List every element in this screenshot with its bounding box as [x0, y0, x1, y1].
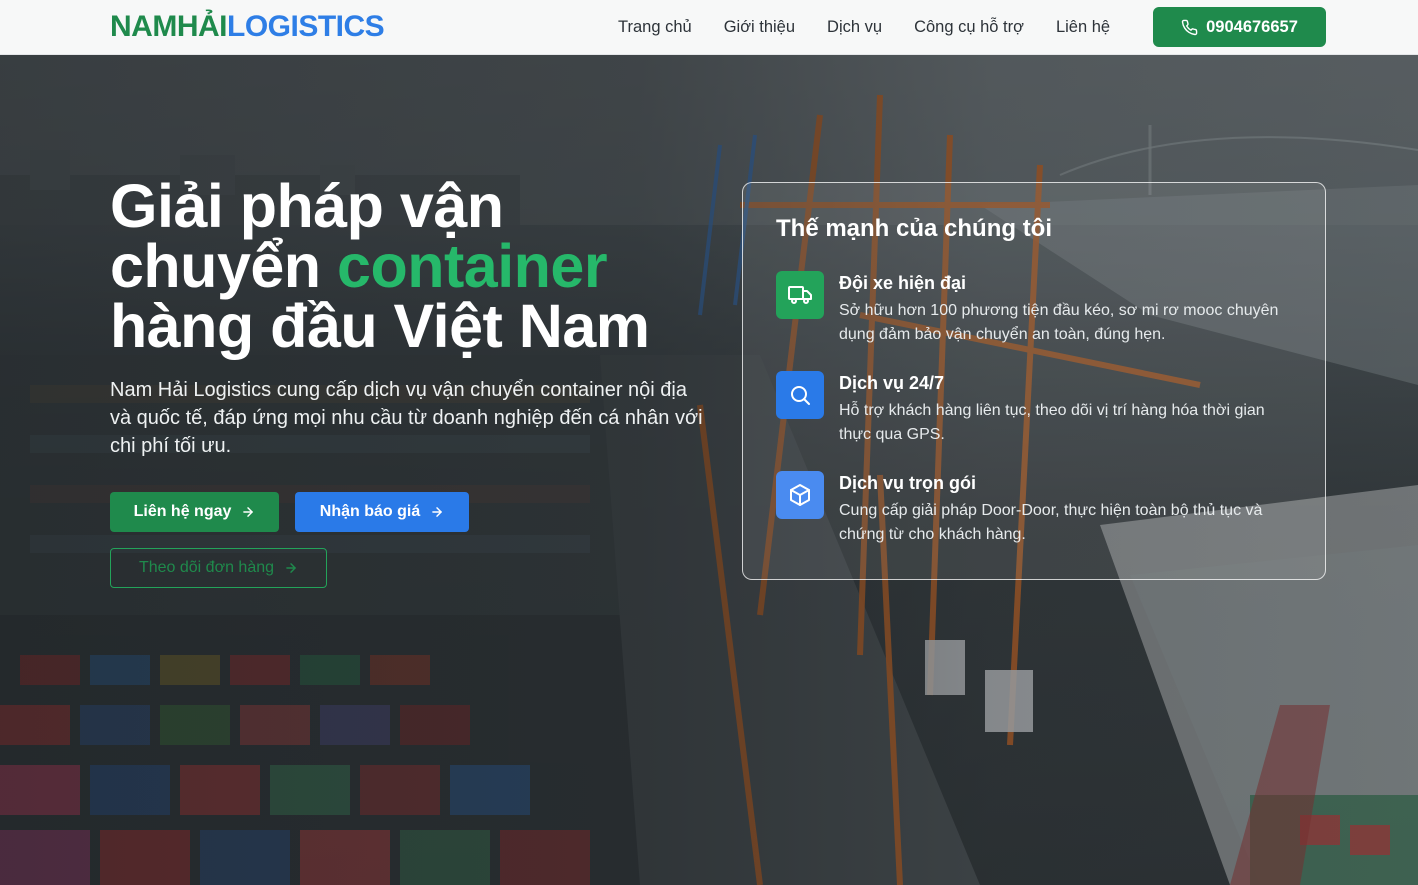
get-quote-label: Nhận báo giá: [319, 503, 421, 520]
track-order-button[interactable]: Theo dõi đơn hàng: [110, 548, 327, 588]
phone-number: 0904676657: [1206, 17, 1298, 36]
logo[interactable]: NAMHẢILOGISTICS: [110, 10, 385, 44]
feature-icon-box: [776, 371, 824, 419]
nav-link-contact[interactable]: Liên hệ: [1056, 17, 1110, 37]
nav-link-home[interactable]: Trang chủ: [618, 17, 692, 37]
phone-call-button[interactable]: 0904676657: [1153, 7, 1326, 47]
feature-title: Đội xe hiện đại: [839, 273, 967, 293]
headline-line-2: chuyển: [110, 232, 338, 300]
site-header: NAMHẢILOGISTICS Trang chủ Giới thiệu Dịc…: [0, 0, 1418, 55]
hero-lead: Nam Hải Logistics cung cấp dịch vụ vận c…: [110, 379, 703, 457]
main-nav: Trang chủ Giới thiệu Dịch vụ Công cụ hỗ …: [618, 17, 1110, 37]
logo-text-secondary: LOGISTICS: [227, 10, 385, 43]
arrow-right-icon: [432, 507, 443, 517]
feature-title: Dịch vụ trọn gói: [839, 473, 976, 493]
nav-link-about[interactable]: Giới thiệu: [724, 17, 795, 37]
logo-text-primary: NAMHẢI: [110, 10, 228, 43]
feature-description: Sở hữu hơn 100 phương tiện đầu kéo, sơ m…: [839, 302, 1279, 343]
headline-line-3: hàng đầu Việt Nam: [110, 292, 650, 360]
feature-icon-box: [776, 471, 824, 519]
arrow-right-icon: [243, 507, 254, 517]
truck-icon: [788, 286, 812, 304]
feature-description: Hỗ trợ khách hàng liên tục, theo dõi vị …: [839, 402, 1265, 443]
feature-icon-box: [776, 271, 824, 319]
headline-accent: container: [337, 232, 608, 300]
search-icon: [791, 386, 810, 405]
headline-line-1: Giải pháp vận: [110, 172, 504, 240]
contact-now-button[interactable]: Liên hệ ngay: [110, 492, 279, 532]
strengths-panel: Thế mạnh của chúng tôi Đội xe hiện đại S…: [742, 182, 1326, 580]
hero-headline: Giải pháp vận chuyển container hàng đầu …: [110, 176, 710, 357]
get-quote-button[interactable]: Nhận báo giá: [295, 492, 469, 532]
package-icon: [790, 484, 810, 506]
nav-link-services[interactable]: Dịch vụ: [827, 17, 882, 37]
feature-title: Dịch vụ 24/7: [839, 373, 945, 393]
phone-icon: [1181, 19, 1198, 35]
feature-description: Cung cấp giải pháp Door-Door, thực hiện …: [839, 502, 1263, 543]
strengths-title: Thế mạnh của chúng tôi: [776, 215, 1053, 242]
nav-link-tools[interactable]: Công cụ hỗ trợ: [914, 17, 1024, 37]
contact-now-label: Liên hệ ngay: [133, 503, 232, 520]
track-order-label: Theo dõi đơn hàng: [138, 559, 275, 576]
arrow-right-icon: [286, 563, 296, 573]
